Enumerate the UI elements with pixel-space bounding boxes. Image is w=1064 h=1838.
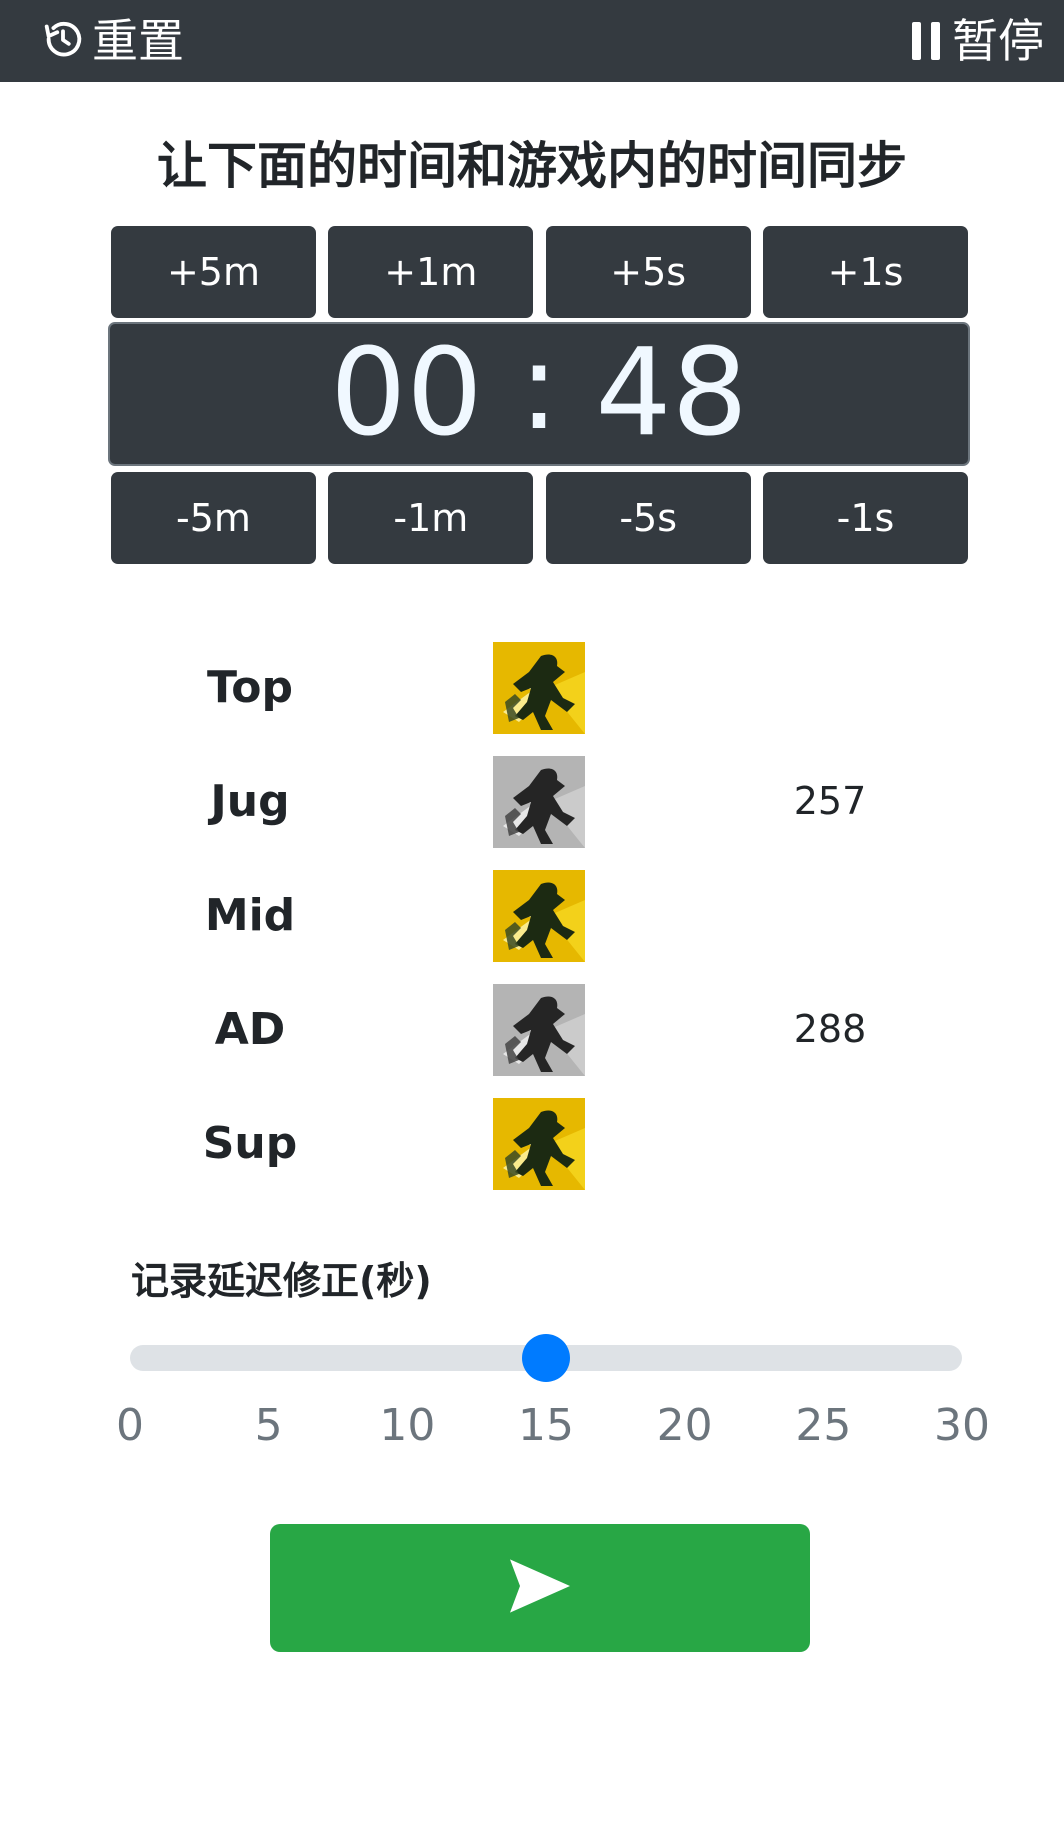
time-decrease-row: -5m -1m -5s -1s [111,472,968,564]
player-row-ad: AD 288 [0,982,1064,1076]
time-increase-row: +5m +1m +5s +1s [111,226,968,318]
send-button[interactable] [270,1524,810,1652]
delay-correction-label: 记录延迟修正(秒) [131,1259,432,1303]
player-row-top: Top [0,640,1064,734]
flash-icon[interactable] [493,984,585,1076]
role-label: Top [207,661,293,713]
cooldown-value [760,640,900,734]
history-icon [40,16,92,66]
flash-icon[interactable] [493,756,585,848]
reset-label: 重置 [92,14,184,68]
add-1-second-button[interactable]: +1s [762,226,968,318]
slider-tick: 5 [254,1400,283,1451]
flash-icon[interactable] [493,870,585,962]
timer-minutes: 00 [330,324,483,463]
role-label: Sup [202,1117,298,1169]
timer-separator: : [518,318,560,457]
pause-label: 暂停 [952,14,1044,68]
reset-button[interactable]: 重置 [40,14,184,68]
cooldown-value [760,1096,900,1190]
subtract-5-seconds-button[interactable]: -5s [545,472,751,564]
slider-tick: 10 [379,1400,436,1451]
timer-seconds: 48 [595,324,748,463]
subtract-1-minute-button[interactable]: -1m [328,472,534,564]
cooldown-value: 288 [793,1007,867,1051]
add-5-seconds-button[interactable]: +5s [545,226,751,318]
subtract-1-second-button[interactable]: -1s [762,472,968,564]
top-bar: 重置 暂停 [0,0,1064,82]
slider-thumb[interactable] [522,1334,570,1382]
pause-icon [912,22,940,60]
flash-icon[interactable] [493,1098,585,1190]
flash-icon[interactable] [493,642,585,734]
role-label: Jug [210,775,290,827]
slider-tick: 20 [656,1400,713,1451]
sync-instruction-title: 让下面的时间和游戏内的时间同步 [157,137,907,195]
player-row-mid: Mid [0,868,1064,962]
add-1-minute-button[interactable]: +1m [328,226,534,318]
cooldown-value: 257 [793,779,867,823]
role-label: AD [214,1003,286,1055]
slider-tick: 0 [116,1400,144,1451]
game-timer-display: 00 : 48 [108,318,970,466]
add-5-minutes-button[interactable]: +5m [111,226,316,318]
pause-button[interactable]: 暂停 [912,14,1044,68]
subtract-5-minutes-button[interactable]: -5m [111,472,316,564]
player-row-sup: Sup [0,1096,1064,1190]
slider-ticks: 0 5 10 15 20 25 30 [116,1400,990,1460]
slider-tick: 15 [518,1400,574,1451]
send-icon [500,1546,580,1630]
delay-slider[interactable] [130,1334,962,1382]
slider-tick: 30 [934,1400,990,1451]
slider-tick: 25 [795,1400,852,1451]
player-row-jug: Jug 257 [0,754,1064,848]
cooldown-value [760,868,900,962]
role-label: Mid [204,889,296,941]
